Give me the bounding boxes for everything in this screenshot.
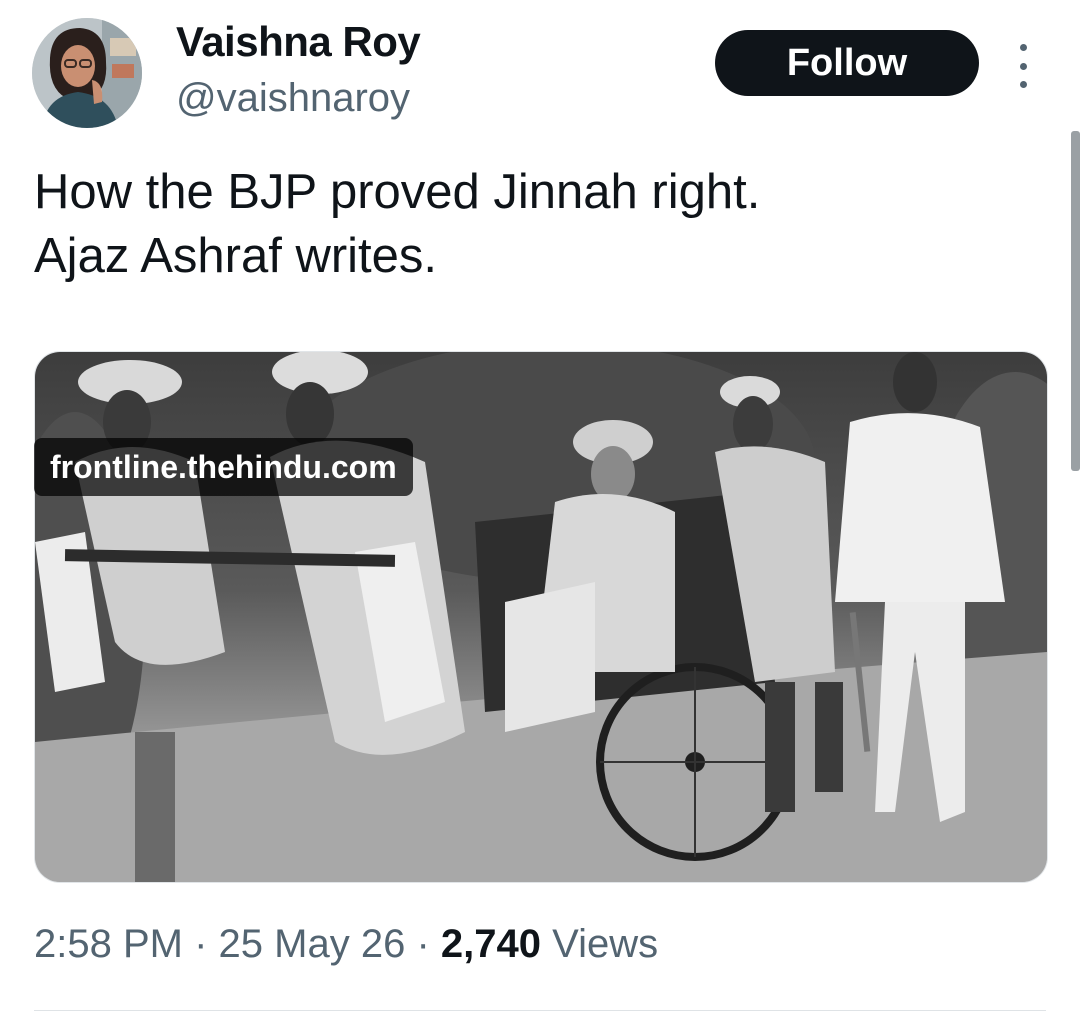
tweet-text-line: Ajaz Ashraf writes. (34, 229, 438, 283)
link-domain-badge[interactable]: frontline.thehindu.com (34, 438, 413, 496)
tweet-text: How the BJP proved Jinnah right. Ajaz As… (34, 160, 1034, 288)
more-options-icon[interactable] (1008, 44, 1038, 88)
meta-separator: · (194, 922, 208, 966)
media-image-card[interactable] (34, 351, 1048, 883)
avatar[interactable] (32, 18, 142, 128)
photo-rickshaw (35, 352, 1047, 882)
author-display-name[interactable]: Vaishna Roy (176, 18, 421, 66)
meta-separator: · (416, 922, 430, 966)
tweet-meta: 2:58 PM · 25 May 26 · 2,740 Views (34, 922, 658, 967)
scrollbar[interactable] (1071, 131, 1080, 471)
tweet-text-line: How the BJP proved Jinnah right. (34, 165, 761, 219)
tweet-time[interactable]: 2:58 PM (34, 922, 183, 966)
follow-button[interactable]: Follow (715, 30, 979, 96)
author-handle[interactable]: @vaishnaroy (176, 76, 410, 121)
views-count: 2,740 (440, 922, 542, 966)
tweet-date[interactable]: 25 May 26 (219, 922, 406, 966)
divider (34, 1010, 1046, 1011)
more-dot (1019, 62, 1027, 70)
more-dot (1019, 44, 1027, 51)
views-label: Views (552, 922, 659, 966)
more-dot (1019, 81, 1027, 88)
avatar-image (32, 18, 142, 128)
